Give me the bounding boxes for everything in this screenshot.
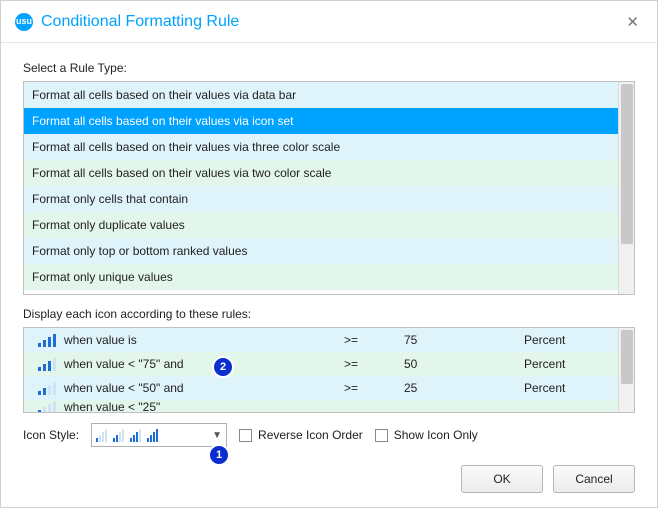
reverse-icon-order-label: Reverse Icon Order [258, 428, 363, 442]
rule-type-label: Select a Rule Type: [23, 61, 635, 75]
signal-bars-icon [130, 429, 141, 442]
icon-style-combo[interactable]: ▼ 1 [91, 423, 227, 447]
titlebar: usu Conditional Formatting Rule ✕ [1, 1, 657, 43]
checkbox-icon [239, 429, 252, 442]
icon-rule-value: 75 [404, 333, 524, 347]
rule-type-scrollbar[interactable] [618, 82, 634, 294]
show-icon-only-checkbox[interactable]: Show Icon Only [375, 428, 478, 442]
rule-type-item[interactable]: Format all cells based on their values v… [24, 108, 618, 134]
show-icon-only-label: Show Icon Only [394, 428, 478, 442]
icon-rule-operator: >= [344, 333, 404, 347]
window-title: Conditional Formatting Rule [41, 13, 620, 31]
rule-type-item[interactable]: Format all cells based on their values v… [24, 134, 618, 160]
reverse-icon-order-checkbox[interactable]: Reverse Icon Order [239, 428, 363, 442]
rule-type-item[interactable]: Format only cells that contain [24, 186, 618, 212]
rule-type-item[interactable]: Format all cells based on their values v… [24, 160, 618, 186]
icon-rules-inner: when value is >= 75 Percent when value <… [24, 328, 618, 412]
annotation-marker-1: 1 [210, 446, 228, 464]
icon-rule-unit: Percent [524, 381, 618, 395]
icon-rule-value: 25 [404, 381, 524, 395]
icon-rules-scrollbar[interactable] [618, 328, 634, 412]
ok-button[interactable]: OK [461, 465, 543, 493]
icon-rule-value: 50 [404, 357, 524, 371]
dialog: usu Conditional Formatting Rule ✕ Select… [0, 0, 658, 508]
signal-bars-icon [96, 429, 107, 442]
icon-rule-row[interactable]: when value is >= 75 Percent [24, 328, 618, 352]
icon-rule-operator: >= [344, 381, 404, 395]
icon-rules-label: Display each icon according to these rul… [23, 307, 635, 321]
cancel-button[interactable]: Cancel [553, 465, 635, 493]
icon-rule-condition: when value < "25" [64, 400, 344, 412]
icon-rule-row[interactable]: when value < "75" and 2 >= 50 Percent [24, 352, 618, 376]
icon-rule-unit: Percent [524, 357, 618, 371]
rule-type-list: Format all cells based on their values v… [23, 81, 635, 295]
icon-rule-condition: when value is [64, 333, 344, 347]
signal-bars-icon [147, 429, 158, 442]
icon-style-label: Icon Style: [23, 428, 79, 442]
signal-bars-icon [24, 382, 64, 395]
icon-rule-row[interactable]: when value < "25" [24, 400, 618, 412]
icon-rule-row[interactable]: when value < "50" and >= 25 Percent [24, 376, 618, 400]
signal-bars-icon [24, 401, 64, 413]
rule-type-item[interactable]: Format only duplicate values [24, 212, 618, 238]
options-row: Icon Style: ▼ 1 Reverse Icon Order Show … [23, 423, 635, 447]
signal-bars-icon [113, 429, 124, 442]
icon-rule-condition-text: when value < "75" and [64, 357, 184, 371]
annotation-marker-2: 2 [214, 358, 232, 376]
icon-rule-condition: when value < "75" and 2 [64, 357, 344, 371]
icon-rule-unit: Percent [524, 333, 618, 347]
icon-rules-list: when value is >= 75 Percent when value <… [23, 327, 635, 413]
scrollbar-thumb[interactable] [621, 330, 633, 384]
rule-type-item[interactable]: Format only unique values [24, 264, 618, 290]
checkbox-icon [375, 429, 388, 442]
rule-type-list-inner: Format all cells based on their values v… [24, 82, 618, 294]
rule-type-item[interactable]: Format only top or bottom ranked values [24, 238, 618, 264]
signal-bars-icon [24, 334, 64, 347]
app-icon: usu [15, 13, 33, 31]
dialog-body: Select a Rule Type: Format all cells bas… [1, 43, 657, 447]
icon-rule-operator: >= [344, 357, 404, 371]
dialog-buttons: OK Cancel [461, 465, 635, 493]
chevron-down-icon: ▼ [212, 430, 222, 441]
signal-bars-icon [24, 358, 64, 371]
icon-rule-condition: when value < "50" and [64, 381, 344, 395]
close-icon[interactable]: ✕ [620, 9, 645, 35]
rule-type-item[interactable]: Format all cells based on their values v… [24, 82, 618, 108]
scrollbar-thumb[interactable] [621, 84, 633, 244]
